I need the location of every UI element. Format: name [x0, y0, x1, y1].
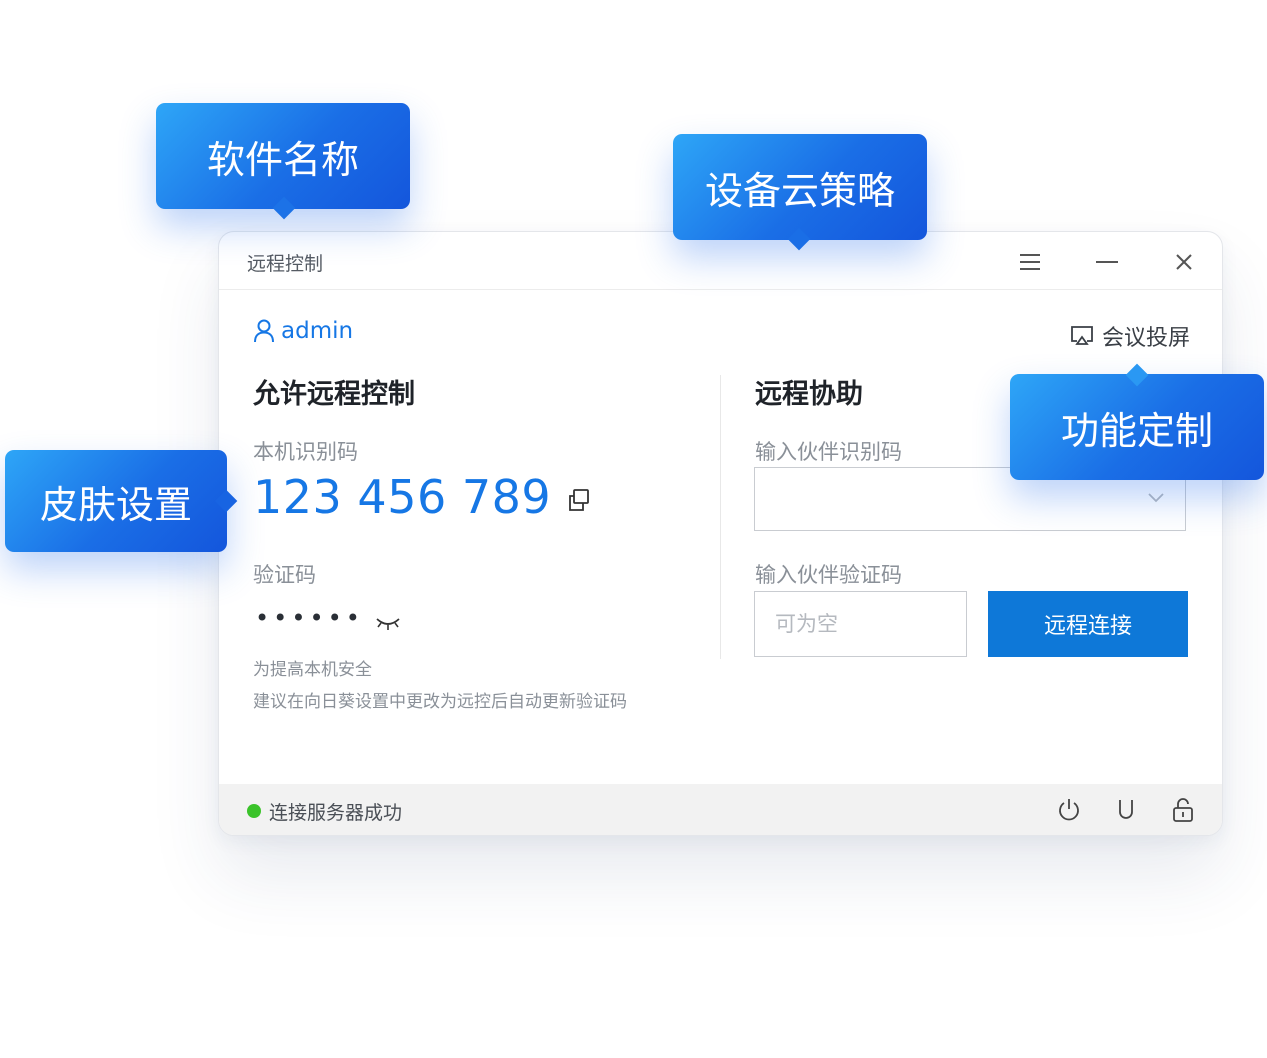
status-ok-icon — [247, 804, 261, 818]
callout-device-cloud-policy-text: 设备云策略 — [704, 168, 895, 213]
allow-remote-title: 允许远程控制 — [253, 379, 415, 410]
security-tip-line2: 建议在向日葵设置中更改为远控后自动更新验证码 — [253, 692, 627, 712]
status-bar: 连接服务器成功 — [219, 784, 1222, 835]
code-label: 验证码 — [253, 563, 316, 587]
power-icon[interactable] — [1056, 797, 1082, 823]
partner-id-label: 输入伙伴识别码 — [755, 440, 902, 464]
lock-icon[interactable] — [1170, 797, 1196, 823]
minimize-icon — [1096, 261, 1118, 263]
user-icon — [254, 319, 274, 343]
status-text: 连接服务器成功 — [269, 802, 403, 824]
callout-feature-custom-text: 功能定制 — [1060, 408, 1213, 453]
chevron-down-icon — [1148, 493, 1164, 503]
security-tip-line1: 为提高本机安全 — [253, 660, 372, 680]
menu-button[interactable] — [1010, 242, 1050, 282]
title-bar: 远程控制 — [219, 232, 1222, 290]
stage: 远程控制 admin 允许远程控制 本机识别码 123 456 789 验证码 … — [0, 0, 1267, 1058]
close-button[interactable] — [1164, 242, 1204, 282]
meeting-cast-button[interactable]: 会议投屏 — [1070, 320, 1190, 352]
device-id: 123 456 789 — [253, 470, 552, 524]
app-window: 远程控制 admin 允许远程控制 本机识别码 123 456 789 验证码 … — [218, 231, 1223, 836]
verification-code: •••••• — [255, 604, 364, 632]
device-id-label: 本机识别码 — [253, 440, 358, 464]
callout-device-cloud-policy: 设备云策略 — [673, 134, 927, 251]
callout-software-name-text: 软件名称 — [206, 137, 359, 182]
callout-skin-settings-text: 皮肤设置 — [39, 482, 192, 527]
eye-closed-icon[interactable] — [374, 613, 402, 633]
username: admin — [281, 318, 354, 344]
app-title: 远程控制 — [247, 253, 324, 275]
minimize-button[interactable] — [1087, 242, 1127, 282]
meeting-cast-label: 会议投屏 — [1101, 326, 1190, 351]
partner-code-label: 输入伙伴验证码 — [755, 563, 902, 587]
callout-feature-custom: 功能定制 — [1010, 363, 1264, 480]
partner-code-input[interactable] — [754, 591, 967, 657]
copy-icon[interactable] — [565, 486, 593, 514]
hamburger-menu-icon — [1020, 254, 1040, 270]
close-icon — [1176, 254, 1192, 270]
remote-assist-title: 远程协助 — [755, 379, 863, 410]
panel-divider — [720, 375, 721, 659]
remote-connect-button[interactable]: 远程连接 — [988, 591, 1188, 657]
callout-software-name: 软件名称 — [156, 103, 410, 220]
callout-skin-settings: 皮肤设置 — [5, 450, 238, 552]
usb-icon[interactable] — [1113, 797, 1139, 823]
screen-cast-icon — [1071, 326, 1093, 345]
user-account[interactable]: admin — [253, 318, 353, 344]
